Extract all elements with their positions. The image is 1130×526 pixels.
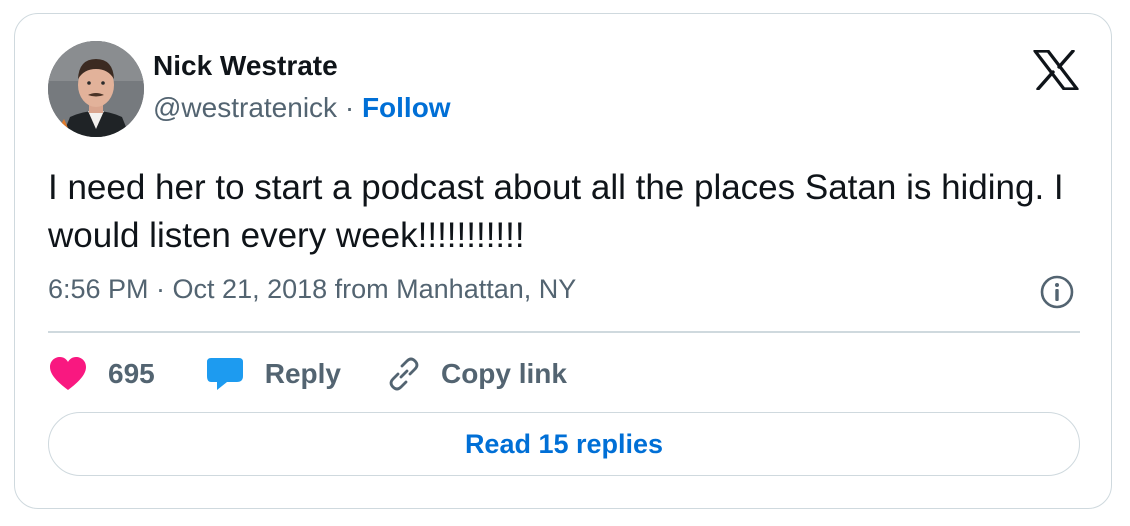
tweet-timestamp[interactable]: 6:56 PM · Oct 21, 2018 from Manhattan, N… xyxy=(48,274,576,305)
like-button[interactable]: 695 xyxy=(48,356,155,392)
heart-icon xyxy=(48,356,88,392)
link-icon xyxy=(385,355,423,393)
avatar[interactable] xyxy=(48,41,144,137)
separator-dot: · xyxy=(344,92,355,123)
reply-button[interactable]: Reply xyxy=(205,356,341,392)
author-handle[interactable]: @westratenick xyxy=(153,92,337,123)
avatar-image xyxy=(48,41,144,137)
x-logo-icon[interactable] xyxy=(1033,49,1079,91)
author-handle-row: @westratenick · Follow xyxy=(153,92,451,124)
copy-link-button[interactable]: Copy link xyxy=(385,355,567,393)
follow-button[interactable]: Follow xyxy=(362,92,451,123)
speech-bubble-icon xyxy=(205,356,245,392)
copy-link-label: Copy link xyxy=(440,358,567,389)
tweet-text: I need her to start a podcast about all … xyxy=(48,168,1064,255)
author-name[interactable]: Nick Westrate xyxy=(153,50,338,82)
info-icon[interactable] xyxy=(1039,274,1075,310)
like-count: 695 xyxy=(108,358,155,389)
tweet-card: Nick Westrate @westratenick · Follow I n… xyxy=(14,13,1112,509)
action-bar: 695 Reply Copy link xyxy=(48,350,567,398)
divider xyxy=(48,331,1080,333)
reply-label: Reply xyxy=(264,358,341,389)
read-replies-button[interactable]: Read 15 replies xyxy=(48,412,1080,476)
